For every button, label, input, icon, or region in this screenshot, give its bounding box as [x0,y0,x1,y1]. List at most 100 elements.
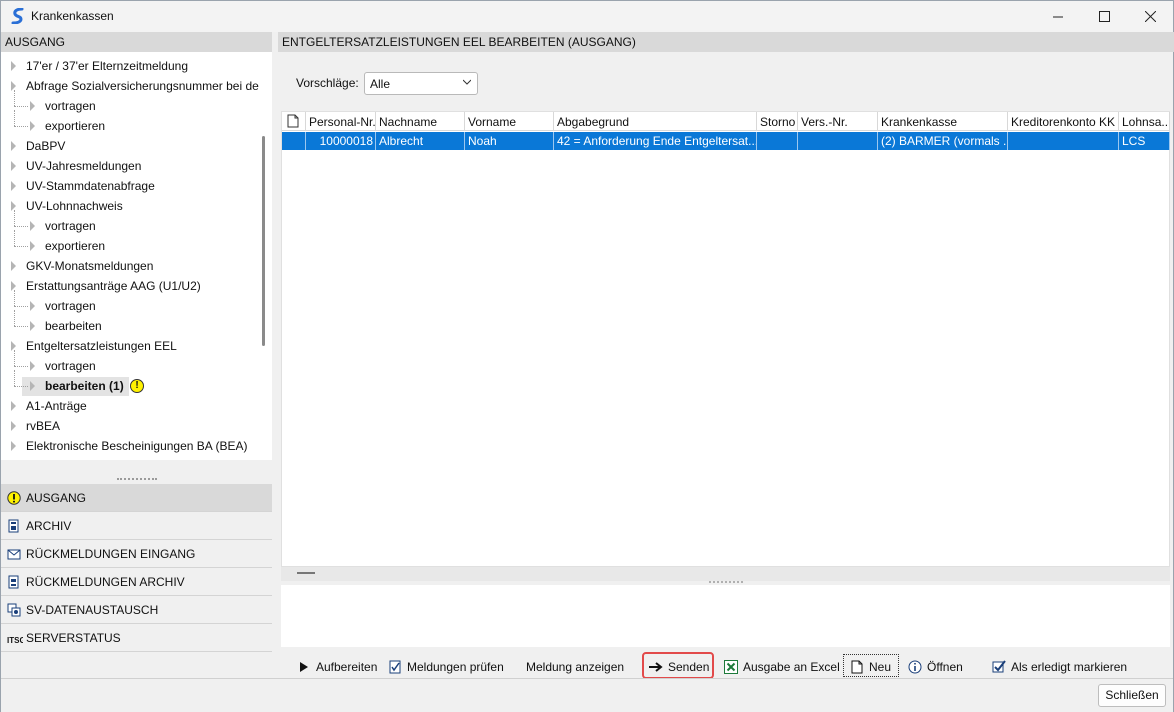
tree-connector [14,366,28,367]
tree-subitem[interactable]: vortragen [1,290,259,316]
nav-item-archiv[interactable]: ARCHIV [1,512,272,540]
play-icon [297,660,311,674]
nav-item-rückmeldungen-eingang[interactable]: RÜCKMELDUNGEN EINGANG [1,540,272,568]
tree-item-label: GKV-Monatsmeldungen [26,259,154,273]
tree-expand-icon[interactable] [30,241,35,251]
oeffnen-button[interactable]: Öffnen [908,655,963,679]
tree-expand-icon[interactable] [11,61,16,71]
tree-item[interactable]: GKV-Monatsmeldungen [1,256,259,276]
tree-item[interactable]: 17'er / 37'er Elternzeitmeldung [1,56,259,76]
tree-expand-icon[interactable] [30,361,35,371]
excel-export-button[interactable]: Ausgabe an Excel [724,655,840,679]
table-cell: Noah [465,132,554,150]
filter-dropdown[interactable]: Alle [364,72,478,95]
tree-expand-icon[interactable] [11,181,16,191]
filter-label: Vorschläge: [296,76,359,90]
tree-item[interactable]: Entgeltersatzleistungen EEL [1,336,259,356]
tree-vertical-scrollbar[interactable] [262,136,265,346]
tree-expand-icon[interactable] [30,121,35,131]
tree-item-label: DaBPV [26,139,66,153]
app-window: Krankenkassen AUSGANG 17'er / 37'er Elte… [0,0,1174,712]
window-title: Krankenkassen [31,9,114,23]
tree-subitem[interactable]: vortragen [1,210,259,236]
tree-item-label: UV-Lohnnachweis [26,199,123,213]
nav-item-rückmeldungen-archiv[interactable]: RÜCKMELDUNGEN ARCHIV [1,568,272,596]
tree-item[interactable]: UV-Lohnnachweis [1,196,259,216]
tree-connector [14,370,15,386]
tree-expand-icon[interactable] [30,381,35,391]
meldungen-pruefen-button[interactable]: Meldungen prüfen [388,655,504,679]
checkbox-checked-icon [992,660,1006,674]
minimize-button[interactable] [1035,1,1081,32]
column-header[interactable]: Nachname [376,112,465,131]
tree-connector [14,306,28,307]
tree-expand-icon[interactable] [11,401,16,411]
tree-expand-icon[interactable] [11,141,16,151]
meldung-anzeigen-button[interactable]: Meldung anzeigen [526,655,624,679]
tree-expand-icon[interactable] [11,161,16,171]
detail-splitter-grip[interactable] [709,581,743,583]
als-erledigt-button[interactable]: Als erledigt markieren [992,655,1127,679]
table-cell: 42 = Anforderung Ende Entgeltersat... [554,132,757,150]
tree-item[interactable]: A1-Anträge [1,396,259,416]
tree-subitem[interactable]: exportieren [1,230,259,256]
table-cell: Albrecht [376,132,465,150]
tree-item-label: rvBEA [26,419,61,433]
app-logo-icon [11,8,24,24]
maximize-icon [1098,11,1110,22]
tree-subitem[interactable]: vortragen [1,350,259,376]
nav-item-label: AUSGANG [26,491,87,505]
grid-header: Personal-Nr. Nachname Vorname Abgabegrund St… [282,112,1170,131]
column-header[interactable]: Vers.-Nr. [798,112,878,131]
tree-subitem[interactable]: bearbeiten [1,310,259,336]
column-header[interactable]: Storno [757,112,798,131]
data-exchange-icon [7,603,21,617]
close-window-button[interactable] [1127,1,1173,32]
tree-item-label: Abfrage Sozialversicherungsnummer bei de [26,79,259,93]
column-header[interactable]: Personal-Nr. [306,112,376,131]
tree-item[interactable]: rvBEA [1,416,259,436]
table-cell [798,132,878,150]
tree-expand-icon[interactable] [30,321,35,331]
tree-expand-icon[interactable] [30,101,35,111]
column-header[interactable]: Lohnsa... [1119,112,1170,131]
nav-item-sv-datenaustausch[interactable]: SV-DATENAUSTAUSCH [1,596,272,624]
table-row[interactable]: 10000018 Albrecht Noah 42 = Anforderung End… [282,132,1170,150]
warning-icon [7,491,21,505]
tree-connector [14,110,15,126]
tree-item[interactable]: UV-Stammdatenabfrage [1,176,259,196]
warning-icon: ! [130,379,144,393]
tree-expand-icon[interactable] [30,301,35,311]
meldung-anzeigen-label: Meldung anzeigen [526,660,625,674]
maximize-button[interactable] [1081,1,1127,32]
tree-expand-icon[interactable] [11,421,16,431]
tree-subitem[interactable]: bearbeiten (1)! [1,370,259,396]
nav-item-serverstatus[interactable]: ITSG SERVERSTATUS [1,624,272,652]
nav-item-ausgang[interactable]: AUSGANG [1,484,272,512]
tree-subitem[interactable]: exportieren [1,110,259,136]
column-header[interactable]: Krankenkasse [878,112,1008,131]
tree-expand-icon[interactable] [11,441,16,451]
aufbereiten-button[interactable]: Aufbereiten [297,655,377,679]
mail-in-icon [7,547,21,561]
tree-item[interactable]: DaBPV [1,136,259,156]
column-header[interactable]: Vorname [465,112,554,131]
tree-expand-icon[interactable] [30,221,35,231]
navigation-tree[interactable]: 17'er / 37'er Elternzeitmeldung Abfrage S… [1,52,272,460]
column-header[interactable]: Abgabegrund [554,112,757,131]
tree-item[interactable]: Abfrage Sozialversicherungsnummer bei de [1,76,259,96]
tree-item[interactable]: Elektronische Bescheinigungen BA (BEA) [1,436,259,456]
row-indicator [282,132,306,150]
tree-expand-icon[interactable] [11,261,16,271]
neu-button[interactable]: Neu [850,655,891,679]
table-cell [757,132,798,150]
column-header[interactable]: Kreditorenkonto KK [1008,112,1119,131]
left-splitter[interactable] [1,460,272,484]
tree-subitem[interactable]: vortragen [1,90,259,116]
results-grid: Personal-Nr. Nachname Vorname Abgabegrund St… [281,111,1170,567]
tree-item[interactable]: UV-Jahresmeldungen [1,156,259,176]
senden-button[interactable]: Senden [649,655,709,679]
schliessen-button[interactable]: Schließen [1098,684,1166,707]
tree-item-label: vortragen [45,99,96,113]
tree-item[interactable]: Erstattungsanträge AAG (U1/U2) [1,276,259,296]
